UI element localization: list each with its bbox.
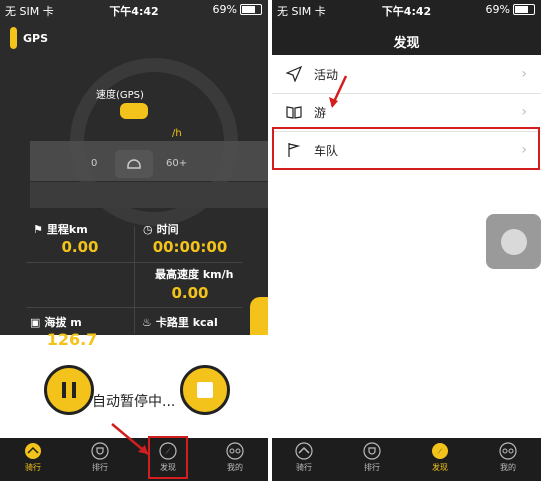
tab-mine[interactable]: 我的 — [205, 442, 265, 473]
book-icon — [286, 106, 302, 119]
profile-icon — [499, 442, 517, 460]
stop-button[interactable] — [180, 365, 230, 415]
distance-value: 0.00 — [61, 238, 99, 256]
speed-value-blurred — [120, 103, 148, 119]
max-speed-value: 0.00 — [171, 284, 209, 302]
status-bar-right: 无 SIM 卡 下午4:42 69% — [272, 0, 541, 20]
status-bar: 无 SIM 卡 下午4:42 69% — [0, 0, 268, 20]
time-value: 00:00:00 — [152, 238, 228, 256]
battery-icon — [513, 4, 535, 15]
battery-percent: 69% — [485, 3, 510, 16]
calorie-label: ♨ 卡路里 kcal — [142, 315, 218, 330]
stat-divider-2 — [26, 307, 242, 308]
gps-indicator — [10, 27, 17, 49]
profile-icon — [226, 442, 244, 460]
trophy-icon — [91, 442, 109, 460]
highlight-box-team-row — [272, 127, 540, 170]
auto-pause-status: 自动暂停中... — [92, 394, 176, 410]
chevron-right-icon: › — [521, 104, 527, 120]
pause-button[interactable] — [44, 365, 94, 415]
flag-icon: ⚑ — [33, 222, 43, 236]
arrow-annotation-left — [111, 423, 149, 455]
tab-ride[interactable]: 骑行 — [3, 442, 63, 473]
arrow-annotation-right — [329, 75, 348, 108]
header-bar: 无 SIM 卡 下午4:42 69% 发现 — [272, 0, 541, 55]
battery-icon — [240, 4, 262, 15]
tab-discover[interactable]: 发现 — [410, 442, 470, 473]
tab-bar-right: 骑行 排行 发现 我的 — [272, 438, 541, 481]
bike-icon — [25, 443, 41, 459]
send-icon — [286, 66, 302, 82]
clock-icon: ◷ — [143, 222, 153, 236]
screenshot-root: 无 SIM 卡 下午4:42 69% GPS 速度(GPS) /h 0 60+ … — [0, 0, 541, 481]
dial-tick-low: 0 — [91, 158, 98, 169]
discover-row-activity[interactable]: 活动 › — [272, 55, 541, 94]
discover-screen: 无 SIM 卡 下午4:42 69% 发现 活动 › 游 › 车队 › 骑行 排… — [272, 0, 541, 481]
status-right: 69% — [213, 3, 262, 16]
page-title: 发现 — [393, 36, 420, 51]
compass-icon — [432, 443, 448, 459]
time-label: ◷ 时间 — [143, 222, 179, 237]
tab-rank[interactable]: 排行 — [342, 442, 402, 473]
image-icon: ▣ — [30, 315, 41, 329]
speed-label: 速度(GPS) — [96, 90, 144, 101]
altitude-label: ▣ 海拔 m — [30, 315, 82, 330]
trophy-icon — [363, 442, 381, 460]
tab-mine[interactable]: 我的 — [478, 442, 538, 473]
max-speed-label: 最高速度 km/h — [155, 268, 234, 281]
altitude-value: 126.7 — [46, 330, 98, 349]
helmet-icon — [115, 150, 153, 178]
stat-divider-1 — [26, 262, 242, 263]
chevron-right-icon: › — [521, 66, 527, 82]
stat-divider-vertical — [134, 226, 135, 334]
battery-percent: 69% — [212, 3, 237, 16]
ride-screen: 无 SIM 卡 下午4:42 69% GPS 速度(GPS) /h 0 60+ … — [0, 0, 268, 481]
dial-tick-high: 60+ — [166, 158, 188, 169]
bike-icon — [295, 442, 313, 460]
status-right: 69% — [486, 3, 535, 16]
tab-ride[interactable]: 骑行 — [274, 442, 334, 473]
distance-label: ⚑ 里程km — [33, 222, 88, 237]
mosaic-overlay-lower — [30, 182, 268, 208]
assistive-touch-button[interactable] — [486, 214, 541, 269]
gps-label: GPS — [23, 32, 49, 45]
speed-unit: /h — [172, 128, 182, 139]
flame-icon: ♨ — [142, 315, 152, 329]
